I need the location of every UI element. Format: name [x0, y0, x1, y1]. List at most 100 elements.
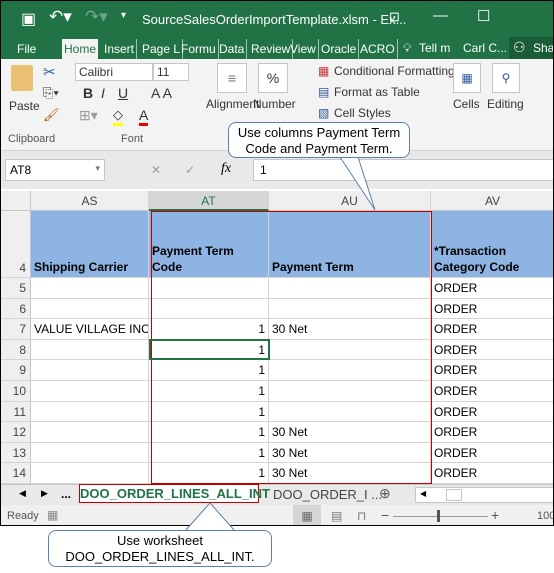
cell-payment-term[interactable]: Payment Term	[269, 211, 431, 278]
active-cell[interactable]	[149, 339, 270, 360]
tab-oracle[interactable]: Oracle	[319, 39, 360, 59]
alignment-icon[interactable]: ≡	[217, 63, 247, 93]
share-button[interactable]: ⚇ Sha	[509, 37, 553, 59]
cell-shipping-carrier[interactable]	[31, 401, 149, 423]
tab-data[interactable]: Data	[217, 39, 248, 59]
user-name[interactable]: Carl C...	[463, 41, 507, 55]
percent-icon[interactable]: %	[258, 63, 288, 93]
cell-payment-term-code[interactable]: 1	[149, 463, 269, 484]
cell-shipping-carrier[interactable]	[31, 278, 149, 299]
page-break-view-icon[interactable]: ⊓	[357, 509, 366, 523]
customize-qat-icon[interactable]: ▾	[121, 10, 126, 21]
maximize-icon[interactable]: ☐	[477, 7, 490, 25]
cell-transaction-category-code[interactable]: ORDER	[431, 402, 553, 423]
cell-shipping-carrier[interactable]	[31, 442, 149, 464]
format-painter-icon[interactable]: 🖌︎	[43, 107, 60, 123]
bold-button[interactable]: B	[83, 85, 93, 101]
cell-transaction-category-code[interactable]: ORDER	[431, 443, 553, 464]
cell-payment-term[interactable]: 30 Net	[269, 422, 431, 443]
cell-payment-term-code[interactable]: 1	[149, 442, 269, 464]
name-box[interactable]: AT8 ▾	[5, 159, 105, 181]
scroll-right-icon[interactable]: ▶	[41, 488, 48, 499]
cell-transaction-category-code[interactable]: ORDER	[431, 463, 553, 484]
row-header[interactable]: 13	[1, 442, 31, 464]
save-icon[interactable]: ▣	[21, 9, 36, 29]
fill-color-icon[interactable]: ◇	[113, 107, 123, 126]
cell-transaction-category-code[interactable]: ORDER	[431, 381, 553, 402]
cells-icon[interactable]: ▦	[453, 63, 481, 93]
formula-input[interactable]: 1	[253, 159, 553, 181]
cell-shipping-carrier[interactable]	[31, 463, 149, 484]
cell-payment-term[interactable]	[269, 298, 431, 320]
cell-shipping-carrier[interactable]	[31, 422, 149, 443]
sheet-tab-doo-order[interactable]: DOO_ORDER_I ...	[273, 487, 382, 502]
paste-icon[interactable]	[11, 65, 33, 91]
cancel-icon[interactable]: ✕	[151, 163, 161, 177]
insert-function-button[interactable]: fx	[221, 161, 231, 177]
cell-payment-term[interactable]: 30 Net	[269, 442, 431, 464]
editing-button[interactable]: Editing	[487, 97, 524, 111]
column-header-as[interactable]: AS	[31, 191, 149, 211]
cell-payment-term-code[interactable]	[149, 298, 269, 320]
cell-transaction-category-code[interactable]: ORDER	[431, 278, 553, 299]
cell-shipping-carrier[interactable]: VALUE VILLAGE INC	[31, 319, 149, 340]
tab-view[interactable]: View	[288, 39, 319, 59]
font-grow-shrink-icon[interactable]: A A	[151, 85, 172, 101]
column-header-av[interactable]: AV	[431, 191, 553, 211]
redo-icon[interactable]: ↷▾	[85, 7, 108, 27]
zoom-slider-thumb[interactable]	[437, 510, 440, 522]
alignment-button[interactable]: Alignment	[206, 97, 259, 111]
borders-icon[interactable]: ⊞▾	[79, 107, 98, 124]
tab-formulas[interactable]: Formu	[179, 39, 219, 59]
cell-payment-term-code[interactable]: 1	[149, 381, 269, 402]
row-header[interactable]: 11	[1, 401, 31, 423]
minimize-icon[interactable]: —	[433, 7, 448, 24]
tab-page-layout[interactable]: Page L	[140, 39, 184, 59]
cell-payment-term-code[interactable]: 1	[149, 422, 269, 443]
cell-payment-term[interactable]	[269, 381, 431, 402]
cell-shipping-carrier[interactable]	[31, 360, 149, 381]
copy-icon[interactable]: ⎘▾	[43, 85, 59, 101]
sheet-tab-doo-order-lines-all-int[interactable]: DOO_ORDER_LINES_ALL_INT	[79, 484, 270, 503]
row-header[interactable]: 6	[1, 298, 31, 320]
row-header[interactable]: 8	[1, 339, 31, 361]
cell-payment-term[interactable]	[269, 278, 431, 299]
italic-button[interactable]: I	[101, 85, 105, 101]
search-icon[interactable]: ⚲	[492, 63, 520, 93]
zoom-in-button[interactable]: +	[491, 507, 499, 523]
column-header-at[interactable]: AT	[149, 191, 269, 211]
cell-transaction-category-code[interactable]: ORDER	[431, 299, 553, 320]
row-header[interactable]: 9	[1, 360, 31, 381]
cell-payment-term[interactable]: 30 Net	[269, 463, 431, 484]
cell-styles-button[interactable]: Cell Styles	[334, 106, 391, 120]
cell-transaction-category-code[interactable]: ORDER	[431, 422, 553, 443]
cell-shipping-carrier[interactable]	[31, 298, 149, 320]
row-header[interactable]: 5	[1, 278, 31, 299]
tab-file[interactable]: File	[15, 39, 38, 59]
normal-view-icon[interactable]: ▦	[293, 505, 321, 525]
cell-payment-term-code[interactable]: 1	[149, 319, 269, 340]
tab-review[interactable]: Review	[249, 39, 294, 59]
cells-button[interactable]: Cells	[453, 97, 480, 111]
font-color-icon[interactable]: A	[139, 107, 149, 126]
cell-shipping-carrier[interactable]	[31, 381, 149, 402]
row-header[interactable]: 12	[1, 422, 31, 443]
cell-transaction-category-code[interactable]: ORDER	[431, 319, 553, 340]
row-header[interactable]: 4	[1, 211, 31, 278]
cut-icon[interactable]: ✂	[43, 63, 56, 81]
zoom-out-button[interactable]: −	[381, 507, 389, 523]
row-header[interactable]: 10	[1, 381, 31, 402]
tab-acro[interactable]: ACRO	[358, 39, 398, 59]
cell-payment-term-code[interactable]	[149, 278, 269, 299]
font-size-select[interactable]: 11	[153, 63, 189, 81]
macro-record-icon[interactable]: ▦	[47, 508, 58, 522]
enter-icon[interactable]: ✓	[185, 163, 195, 177]
cell-payment-term-code[interactable]: Payment Term Code	[149, 211, 269, 278]
conditional-formatting-button[interactable]: Conditional Formatting	[334, 64, 455, 78]
cell-transaction-category-code[interactable]: ORDER	[431, 340, 553, 361]
cell-payment-term[interactable]	[269, 401, 431, 423]
underline-button[interactable]: U	[118, 85, 128, 101]
cell-payment-term-code[interactable]: 1	[149, 401, 269, 423]
number-button[interactable]: Number	[253, 97, 296, 111]
cell-payment-term[interactable]	[269, 360, 431, 381]
